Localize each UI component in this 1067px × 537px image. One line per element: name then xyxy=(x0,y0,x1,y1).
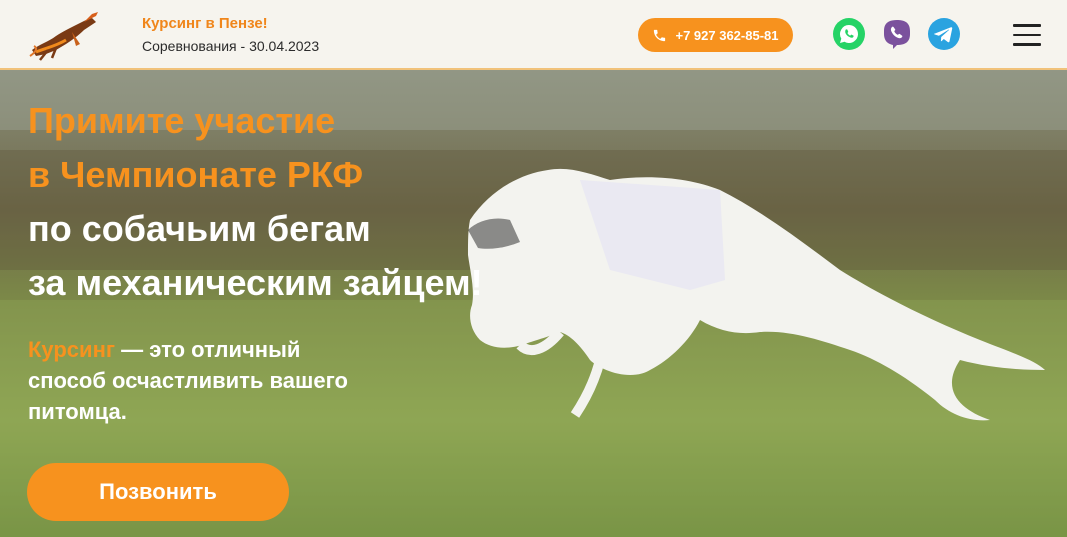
hero-title-line-2: в Чемпионате РКФ xyxy=(28,154,364,195)
brand-block: Курсинг в Пензе! Соревнования - 30.04.20… xyxy=(142,15,319,55)
lead-line-2: способ осчастливить вашего xyxy=(28,368,348,393)
logo[interactable] xyxy=(26,6,100,62)
call-button[interactable]: Позвонить xyxy=(27,463,289,521)
competition-date: Соревнования - 30.04.2023 xyxy=(142,38,320,54)
hero-title: Примите участие в Чемпионате РКФ по соба… xyxy=(28,94,483,310)
whatsapp-icon xyxy=(833,18,865,50)
running-dog-logo-icon xyxy=(29,12,98,61)
hero-title-line-3: по собачьим бегам xyxy=(28,208,371,249)
hamburger-menu-icon[interactable] xyxy=(1013,24,1041,46)
brand-title: Курсинг в Пензе! xyxy=(142,15,268,32)
hero-title-line-1: Примите участие xyxy=(28,100,336,141)
telegram-icon xyxy=(928,18,960,50)
phone-button[interactable]: +7 927 362-85-81 xyxy=(638,18,793,52)
whatsapp-link[interactable] xyxy=(832,17,866,51)
lead-line-3: питомца. xyxy=(28,399,127,424)
lead-line-1: — это отличный xyxy=(115,337,301,362)
viber-link[interactable] xyxy=(880,17,914,51)
phone-number: +7 927 362-85-81 xyxy=(675,27,779,43)
hero-lead-text: Курсинг — это отличный способ осчастливи… xyxy=(28,334,448,427)
hero-section: Примите участие в Чемпионате РКФ по соба… xyxy=(0,70,1067,537)
lead-highlight: Курсинг xyxy=(28,337,116,362)
site-header: Курсинг в Пензе! Соревнования - 30.04.20… xyxy=(0,0,1067,70)
telegram-link[interactable] xyxy=(927,17,961,51)
hero-title-line-4: за механическим зайцем! xyxy=(28,262,483,303)
viber-icon xyxy=(884,20,910,49)
phone-icon xyxy=(654,29,666,41)
